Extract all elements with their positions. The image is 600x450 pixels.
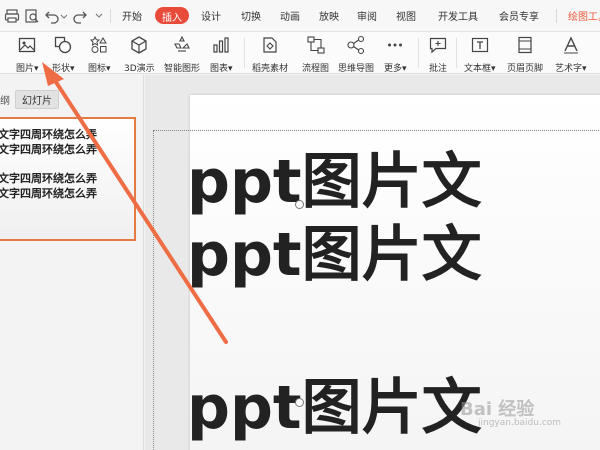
thumbnail-text: 文字四周环绕怎么弄	[0, 187, 97, 200]
flowchart-label: 流程图	[302, 64, 330, 74]
mindmap-icon	[346, 35, 366, 59]
menu-divider	[556, 9, 557, 23]
flowchart-button[interactable]: 流程图	[302, 35, 330, 74]
menu-item-transition[interactable]: 切换	[241, 8, 261, 23]
tab-outline[interactable]: 纲	[0, 92, 10, 107]
chevron-down-icon: ▾	[34, 64, 39, 74]
undo-dropdown-icon[interactable]	[60, 8, 68, 24]
ribbon-divider	[456, 38, 457, 68]
menu-item-animation[interactable]: 动画	[280, 8, 300, 23]
chevron-down-icon: ▾	[70, 64, 75, 74]
wordart-icon	[561, 35, 581, 59]
customize-toolbar-icon[interactable]	[94, 8, 104, 24]
header-footer-icon	[515, 35, 535, 59]
comment-icon	[428, 35, 448, 59]
icons-button[interactable]: 图标▾	[88, 35, 111, 74]
docer-materials-button[interactable]: 稻壳素材	[252, 35, 289, 74]
smartart-button[interactable]: 智能图形	[164, 35, 201, 74]
3d-demo-label: 3D演示	[124, 64, 155, 74]
3d-demo-button[interactable]: 3D演示	[124, 35, 155, 74]
menu-item-developer[interactable]: 开发工具	[438, 8, 478, 23]
chart-label: 图表	[210, 64, 229, 74]
picture-button[interactable]: 图片▾	[16, 35, 39, 74]
chart-button[interactable]: 图表▾	[210, 35, 233, 74]
thumbnail-text: 文字四周环绕怎么弄	[0, 128, 97, 141]
watermark-url: jingyan.baidu.com	[478, 418, 562, 428]
tab-slides[interactable]: 幻灯片	[15, 90, 59, 109]
wordart-button[interactable]: 艺术字▾	[555, 35, 587, 74]
print-icon[interactable]	[4, 8, 20, 24]
textbox-label: 文本框	[464, 64, 492, 74]
menu-item-review[interactable]: 审阅	[357, 8, 377, 23]
chevron-down-icon: ▾	[106, 64, 111, 74]
textbox-button[interactable]: 文本框▾	[464, 35, 496, 74]
more-icon	[385, 35, 405, 59]
chevron-down-icon: ▾	[402, 64, 407, 74]
more-label: 更多	[384, 64, 403, 74]
resize-handle[interactable]	[295, 398, 304, 407]
menu-bar: 开始 插入 设计 切换 动画 放映 审阅 视图 开发工具 会员专享 绘图工具	[0, 0, 600, 32]
ribbon-divider	[244, 38, 245, 68]
smartart-icon	[172, 35, 192, 59]
thumbnail-text: 文字四周环绕怎么弄	[0, 172, 97, 185]
menu-divider	[110, 9, 111, 23]
shapes-button[interactable]: 形状▾	[52, 35, 75, 74]
shapes-label: 形状	[52, 64, 71, 74]
picture-label: 图片	[16, 64, 35, 74]
icons-icon	[89, 35, 109, 59]
ribbon-toolbar: 图片▾ 形状▾ 图标▾ 3D演示 智能图形 图表▾ 稻壳素材 流程图 思维导图 …	[0, 32, 600, 74]
comment-button[interactable]: 批注	[428, 35, 448, 74]
chevron-down-icon: ▾	[491, 64, 496, 74]
thumbnail-text: 文字四周环绕怎么弄	[0, 143, 97, 156]
cube-icon	[129, 35, 149, 59]
slide-thumbnail[interactable]: 文字四周环绕怎么弄 文字四周环绕怎么弄 文字四周环绕怎么弄 文字四周环绕怎么弄	[0, 117, 136, 241]
chevron-down-icon: ▾	[582, 64, 587, 74]
textbox-icon	[470, 35, 490, 59]
resize-handle[interactable]	[295, 200, 304, 209]
materials-label: 稻壳素材	[252, 64, 289, 74]
menu-item-home[interactable]: 开始	[122, 8, 142, 23]
wordart-label: 艺术字	[555, 64, 583, 74]
print-preview-icon[interactable]	[24, 8, 40, 24]
icons-label: 图标	[88, 64, 107, 74]
mindmap-button[interactable]: 思维导图	[338, 35, 375, 74]
header-footer-label: 页眉页脚	[507, 64, 544, 74]
flowchart-icon	[306, 35, 326, 59]
menu-item-slideshow[interactable]: 放映	[319, 8, 339, 23]
comment-label: 批注	[428, 64, 447, 74]
mindmap-label: 思维导图	[338, 64, 375, 74]
menu-item-membership[interactable]: 会员专享	[499, 8, 539, 23]
menu-item-design[interactable]: 设计	[201, 8, 221, 23]
chevron-down-icon: ▾	[228, 64, 233, 74]
menu-item-insert[interactable]: 插入	[155, 7, 189, 24]
materials-icon	[260, 35, 280, 59]
slide-panel: 纲 幻灯片 文字四周环绕怎么弄 文字四周环绕怎么弄 文字四周环绕怎么弄 文字四周…	[0, 75, 144, 450]
picture-icon	[17, 35, 37, 59]
shapes-icon	[53, 35, 73, 59]
smartart-label: 智能图形	[164, 64, 201, 74]
undo-icon[interactable]	[44, 8, 60, 24]
header-footer-button[interactable]: 页眉页脚	[507, 35, 544, 74]
redo-icon[interactable]	[72, 8, 88, 24]
more-button[interactable]: 更多▾	[384, 35, 407, 74]
ribbon-divider	[418, 38, 419, 68]
menu-item-view[interactable]: 视图	[396, 8, 416, 23]
chart-icon	[211, 35, 231, 59]
menu-item-drawing-tools[interactable]: 绘图工具	[568, 8, 600, 23]
